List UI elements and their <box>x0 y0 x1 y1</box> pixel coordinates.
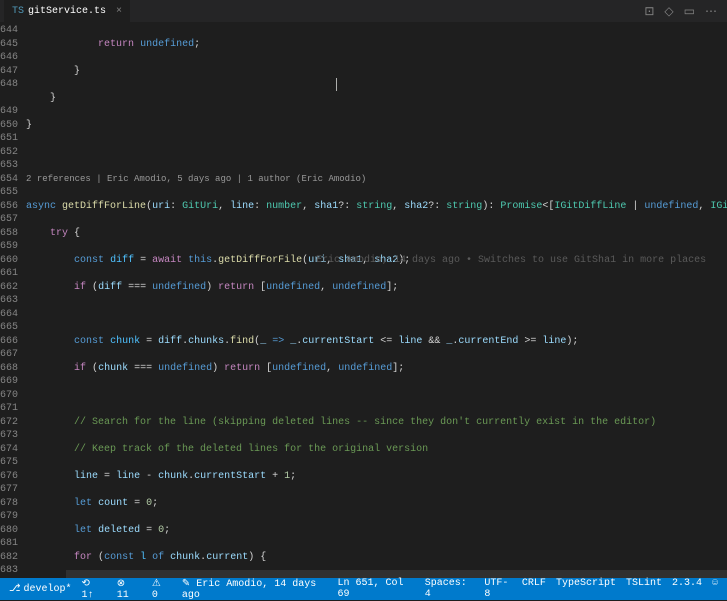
line-number: 671 <box>0 402 18 416</box>
line-number: 654 <box>0 173 18 187</box>
title-actions: ⊡ ◇ ▭ ⋯ <box>644 4 723 19</box>
inline-blame: Eric Amodio, 14 days ago • Switches to u… <box>316 254 706 268</box>
line-number: 662 <box>0 281 18 295</box>
editor-tab[interactable]: TS gitService.ts × <box>4 0 130 22</box>
cursor-position[interactable]: Ln 651, Col 69 <box>332 578 419 600</box>
line-number: 645 <box>0 38 18 52</box>
layout-icon[interactable]: ▭ <box>684 4 695 19</box>
split-editor-icon[interactable]: ⊡ <box>644 4 654 19</box>
line-number: 659 <box>0 240 18 254</box>
sync-status[interactable]: ⟲ 1↑ <box>77 578 112 600</box>
status-bar: ⎇develop* ⟲ 1↑ ⊗ 11 ⚠ 0 ✎ Eric Amodio, 1… <box>0 578 727 600</box>
warning-count[interactable]: ⚠ 0 <box>147 578 177 600</box>
line-number: 650 <box>0 119 18 133</box>
line-number: 678 <box>0 497 18 511</box>
line-number: 657 <box>0 213 18 227</box>
diff-icon[interactable]: ◇ <box>664 4 673 19</box>
line-number: 665 <box>0 321 18 335</box>
indentation[interactable]: Spaces: 4 <box>420 578 480 600</box>
line-gutter: 644 645 646 647 648 649 650 651 652 653 … <box>0 22 26 578</box>
code-content[interactable]: return undefined; } } } 2 references | E… <box>26 22 727 578</box>
error-count[interactable]: ⊗ 11 <box>112 578 147 600</box>
line-number: 658 <box>0 227 18 241</box>
line-number: 644 <box>0 24 18 38</box>
line-number: 646 <box>0 51 18 65</box>
language-mode[interactable]: TypeScript <box>551 578 621 589</box>
line-number: 682 <box>0 551 18 565</box>
line-number: 655 <box>0 186 18 200</box>
codelens[interactable]: 2 references | Eric Amodio, 5 days ago |… <box>26 173 727 187</box>
line-number: 680 <box>0 524 18 538</box>
line-number: 679 <box>0 510 18 524</box>
line-number: 668 <box>0 362 18 376</box>
blame-status[interactable]: ✎ Eric Amodio, 14 days ago <box>177 578 333 601</box>
git-branch[interactable]: ⎇develop* <box>4 578 77 600</box>
line-number: 653 <box>0 159 18 173</box>
line-number: 670 <box>0 389 18 403</box>
line-number: 648 <box>0 78 18 92</box>
line-number: 651 <box>0 132 18 146</box>
line-number: 661 <box>0 267 18 281</box>
line-number: 674 <box>0 443 18 457</box>
title-bar: TS gitService.ts × ⊡ ◇ ▭ ⋯ <box>0 0 727 22</box>
line-number: 667 <box>0 348 18 362</box>
encoding[interactable]: UTF-8 <box>479 578 517 600</box>
tslint-status[interactable]: TSLint <box>621 578 667 589</box>
more-icon[interactable]: ⋯ <box>705 4 717 19</box>
text-cursor <box>336 78 337 91</box>
line-number: 675 <box>0 456 18 470</box>
feedback-icon[interactable]: ☺ <box>707 578 723 589</box>
branch-icon: ⎇ <box>9 583 21 595</box>
version[interactable]: 2.3.4 <box>667 578 707 589</box>
eol[interactable]: CRLF <box>517 578 551 589</box>
line-number: 649 <box>0 105 18 119</box>
line-number <box>0 92 18 106</box>
typescript-icon: TS <box>12 6 24 17</box>
line-number: 656 <box>0 200 18 214</box>
line-number: 664 <box>0 308 18 322</box>
line-number: 663 <box>0 294 18 308</box>
line-number: 647 <box>0 65 18 79</box>
line-number <box>0 578 18 579</box>
line-number: 652 <box>0 146 18 160</box>
horizontal-scrollbar[interactable] <box>66 570 727 578</box>
line-number: 681 <box>0 537 18 551</box>
line-number: 676 <box>0 470 18 484</box>
close-icon[interactable]: × <box>116 6 122 17</box>
editor-area[interactable]: 644 645 646 647 648 649 650 651 652 653 … <box>0 22 727 578</box>
tab-filename: gitService.ts <box>28 6 106 17</box>
line-number: 666 <box>0 335 18 349</box>
branch-name: develop* <box>24 584 72 595</box>
line-number: 660 <box>0 254 18 268</box>
line-number: 673 <box>0 429 18 443</box>
line-number: 672 <box>0 416 18 430</box>
line-number: 677 <box>0 483 18 497</box>
line-number: 683 <box>0 564 18 578</box>
line-number: 669 <box>0 375 18 389</box>
